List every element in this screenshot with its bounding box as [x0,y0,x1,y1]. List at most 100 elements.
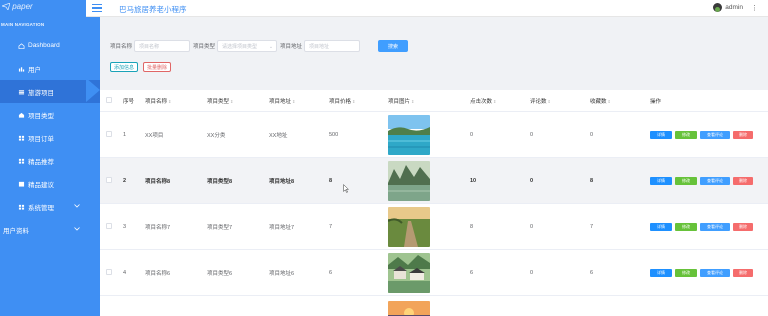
row-addr: XX地址 [269,132,288,139]
col-addr[interactable]: 项目地址⇕ [269,97,329,105]
view-comments-button[interactable]: 查看评论 [700,130,730,139]
sidebar-item-recommendations[interactable]: 精品推荐 [0,149,100,172]
sidebar-item-project-orders[interactable]: 项目订单 [0,126,100,149]
avatar [713,3,723,12]
table-row[interactable]: 1 XX项目 XX分类 XX地址 500 0 0 0 详情 修改 查看评论 删除 [100,112,768,158]
view-comments-button[interactable]: 查看评论 [700,176,730,185]
project-image-village[interactable] [388,252,430,293]
col-price[interactable]: 项目价格⇕ [329,97,388,105]
row-checkbox[interactable] [106,176,112,183]
sort-icon: ⇕ [493,98,497,104]
list-icon [18,89,25,94]
edit-button[interactable]: 修改 [675,222,697,231]
sidebar-item-project-types[interactable]: 项目类型 [0,103,100,126]
edit-button[interactable]: 修改 [675,130,697,139]
row-name: XX项目 [145,132,164,139]
delete-button[interactable]: 删除 [733,268,753,277]
table-row[interactable]: 3 项目名称7 项目类型7 项目地址7 7 8 0 7 详情 修改 查看评论 删… [100,204,768,250]
delete-button[interactable]: 删除 [733,130,753,139]
col-image[interactable]: 项目图片⇕ [388,97,470,105]
app-logo: paper [0,2,33,12]
row-checkbox[interactable] [106,222,112,229]
sidebar-item-label: 项目订单 [28,135,54,143]
delete-button[interactable]: 删除 [733,176,753,185]
detail-button[interactable]: 详情 [650,268,672,277]
top-header: 巴马旅居养老小程序 admin ⋮ [86,0,768,17]
col-clicks[interactable]: 点击次数⇕ [470,97,530,105]
row-comments: 0 [530,177,534,184]
project-image-karst[interactable] [388,160,430,201]
search-button[interactable]: 搜索 [378,40,409,52]
row-name: 项目名称7 [145,224,171,231]
name-input[interactable]: 项目名称 [134,40,191,52]
edit-button[interactable]: 修改 [675,268,697,277]
row-checkbox[interactable] [106,130,112,137]
batch-delete-button[interactable]: 批量删除 [143,62,172,72]
row-addr: 项目地址6 [269,270,295,277]
add-button[interactable]: 添加信息 [110,62,139,72]
sidebar-item-label: 用户资料 [3,227,29,235]
delete-button[interactable]: 删除 [733,222,753,231]
logo-text: paper [12,2,33,11]
sort-icon: ⇕ [230,98,234,104]
sidebar-item-system[interactable]: 系统管理 [0,195,100,218]
type-select[interactable]: 请选择项目类型 ⌄ [217,40,278,52]
row-checkbox[interactable] [106,268,112,275]
chart-icon [18,66,25,72]
sidebar-item-label: 精品建议 [28,181,54,189]
sort-icon: ⇕ [607,98,611,104]
table-row[interactable]: 4 项目名称6 项目类型6 项目地址6 6 6 0 6 详情 修改 查看评论 删… [100,250,768,296]
more-vertical-icon[interactable]: ⋮ [751,4,758,12]
menu-toggle-icon[interactable] [92,4,102,12]
col-comments[interactable]: 评论数⇕ [530,97,590,105]
sidebar-menu: Dashboard 用户 旅游项目 项目类型 项目订单 精品推荐 精品建议 系统… [0,34,100,241]
sort-icon: ⇕ [168,98,172,104]
row-addr: 项目地址7 [269,224,295,231]
col-type[interactable]: 项目类型⇕ [207,97,269,105]
project-image-sunset[interactable] [388,300,430,316]
col-name[interactable]: 项目名称⇕ [145,97,207,105]
row-index: 1 [123,131,127,138]
edit-button[interactable]: 修改 [675,176,697,185]
project-image-path[interactable] [388,206,430,247]
sidebar: paper MAIN NAVIGATION Dashboard 用户 旅游项目 … [0,0,100,316]
select-all-checkbox[interactable] [106,96,112,103]
main-content: 项目名称 项目名称 项目类型 请选择项目类型 ⌄ 项目地址 项目地址 搜索 添加信… [100,18,768,316]
detail-button[interactable]: 详情 [650,130,672,139]
sidebar-item-suggestions[interactable]: 精品建议 [0,172,100,195]
row-price: 8 [329,177,333,184]
table-row[interactable] [100,296,768,316]
sidebar-item-travel-projects[interactable]: 旅游项目 [0,80,100,103]
row-clicks: 10 [470,177,477,184]
data-table: 序号 项目名称⇕ 项目类型⇕ 项目地址⇕ 项目价格⇕ 项目图片⇕ 点击次数⇕ 评… [100,90,768,316]
paper-plane-icon [0,2,11,12]
row-addr: 项目地址8 [269,178,295,185]
chevron-down-icon [74,204,80,208]
col-favs[interactable]: 收藏数⇕ [590,97,650,105]
row-type: 项目类型8 [207,178,233,185]
row-comments: 0 [530,131,534,138]
view-comments-button[interactable]: 查看评论 [700,268,730,277]
action-buttons: 添加信息 批量删除 [110,62,176,72]
row-index: 2 [123,177,127,184]
view-comments-button[interactable]: 查看评论 [700,222,730,231]
sidebar-item-users[interactable]: 用户 [0,57,100,80]
row-favs: 0 [590,131,594,138]
sidebar-item-profile[interactable]: 用户资料 [0,218,100,241]
row-type: 项目类型6 [207,270,233,277]
detail-button[interactable]: 详情 [650,176,672,185]
search-bar: 项目名称 项目名称 项目类型 请选择项目类型 ⌄ 项目地址 项目地址 搜索 [110,40,409,52]
list-icon [18,181,25,187]
nav-title: MAIN NAVIGATION [1,22,45,27]
project-image-lake[interactable] [388,114,430,155]
home-icon [18,42,25,49]
addr-input[interactable]: 项目地址 [304,40,361,52]
table-row[interactable]: 2 项目名称8 项目类型8 项目地址8 8 10 0 8 详情 修改 查看评论 … [100,158,768,204]
user-menu[interactable]: admin ⋮ [713,3,758,12]
sort-icon: ⇕ [352,98,356,104]
row-index: 4 [123,269,127,276]
detail-button[interactable]: 详情 [650,222,672,231]
row-clicks: 6 [470,269,474,276]
row-index: 3 [123,223,127,230]
sidebar-item-dashboard[interactable]: Dashboard [0,34,100,57]
